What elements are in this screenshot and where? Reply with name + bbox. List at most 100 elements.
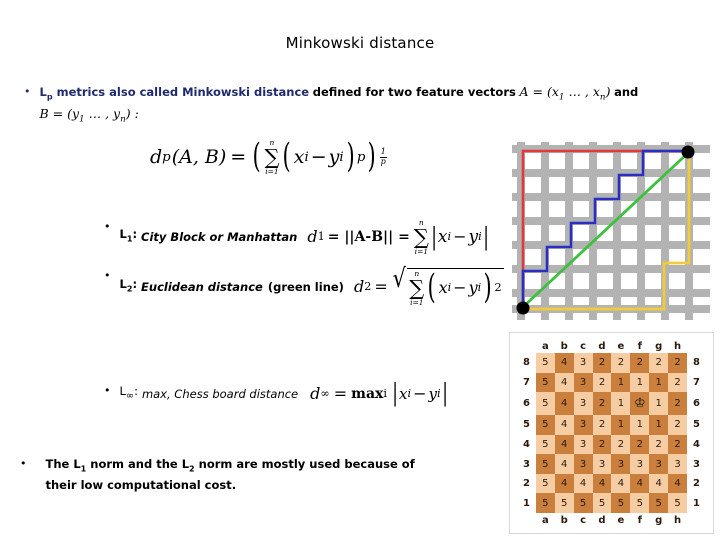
paren-open: ( [252,136,261,177]
chess-square-g5[interactable]: 1 [649,415,669,435]
file-label-d: d [592,513,612,527]
chess-square-f7[interactable]: 1 [630,372,650,393]
rank-label-right-8: 8 [687,353,706,373]
chess-square-e7[interactable]: 1 [611,372,631,393]
chess-square-a3[interactable]: 5 [535,454,555,474]
formula-minkowski: dp (A, B) = ( n ∑ i=1 ( xi − yi ) p ) 1 p [150,136,387,177]
chess-square-g1[interactable]: 5 [649,493,669,513]
file-label-h: h [668,339,688,353]
chess-square-f1[interactable]: 5 [630,493,650,513]
chess-square-b6[interactable]: 4 [554,392,574,416]
rank-label-7: 7 [517,372,536,393]
chess-square-c3[interactable]: 3 [573,454,593,474]
file-label-f: f [630,513,650,527]
chess-square-f8[interactable]: 2 [630,353,650,373]
chess-square-f4[interactable]: 2 [630,434,650,455]
file-label-a: a [535,339,555,353]
chess-square-g2[interactable]: 4 [649,473,669,494]
chess-square-c7[interactable]: 3 [573,372,593,393]
term-x: x [293,146,305,168]
endpoint-end [681,145,695,159]
chess-square-h5[interactable]: 2 [668,415,688,435]
rank-label-8: 8 [517,353,536,373]
chess-square-b2[interactable]: 4 [554,473,574,494]
chessboard-row: 5543211125 [517,415,706,435]
chess-square-g6[interactable]: 1 [649,392,669,416]
chess-square-a1[interactable]: 5 [535,493,555,513]
chess-square-c8[interactable]: 3 [573,353,593,373]
chess-square-d7[interactable]: 2 [592,372,612,393]
chess-square-a6[interactable]: 5 [535,392,555,416]
file-label-a: a [535,513,555,527]
chess-square-a7[interactable]: 5 [535,372,555,393]
chess-square-a5[interactable]: 5 [535,415,555,435]
sigma-operator: n ∑ i=1 [413,218,429,256]
chess-square-h1[interactable]: 5 [668,493,688,513]
chess-square-e2[interactable]: 4 [611,473,631,494]
chess-square-g8[interactable]: 2 [649,353,669,373]
chess-square-d2[interactable]: 4 [592,473,612,494]
chess-square-b5[interactable]: 4 [554,415,574,435]
chessboard-row: 2544444442 [517,473,706,494]
chess-square-e8[interactable]: 2 [611,353,631,373]
chess-square-b8[interactable]: 4 [554,353,574,373]
chess-square-a2[interactable]: 5 [535,473,555,494]
abs-close: | [482,222,489,251]
chess-square-h3[interactable]: 3 [668,454,688,474]
chess-square-c1[interactable]: 5 [573,493,593,513]
chess-square-g7[interactable]: 1 [649,372,669,393]
sigma-operator: n ∑ i=1 [409,269,425,307]
chess-square-b7[interactable]: 4 [554,372,574,393]
chess-square-e3[interactable]: 3 [611,454,631,474]
chess-square-c5[interactable]: 3 [573,415,593,435]
file-label-e: e [611,339,631,353]
chess-square-e1[interactable]: 5 [611,493,631,513]
bullet-closing-text: The L1 norm and the L2 norm are mostly u… [45,457,415,493]
chess-square-d4[interactable]: 2 [592,434,612,455]
paren-close: ) [367,136,377,177]
chess-square-h7[interactable]: 2 [668,372,688,393]
linf-desc: max, Chess board distance [141,386,299,401]
chess-square-d5[interactable]: 2 [592,415,612,435]
chess-square-h6[interactable]: 2 [668,392,688,416]
chess-square-d8[interactable]: 2 [592,353,612,373]
chess-square-b4[interactable]: 4 [554,434,574,455]
inner-paren-close: ) [346,136,355,177]
chess-square-g3[interactable]: 3 [649,454,669,474]
taxicab-distance-figure [512,142,710,320]
chess-square-b1[interactable]: 5 [554,493,574,513]
chess-square-a8[interactable]: 5 [535,353,555,373]
bullet-l1: • L1: City Block or Manhattan d1 = ||A-B… [104,219,524,255]
chess-square-h8[interactable]: 2 [668,353,688,373]
chess-square-h2[interactable]: 4 [668,473,688,494]
chess-square-d6[interactable]: 2 [592,392,612,416]
chess-square-c2[interactable]: 4 [573,473,593,494]
chess-square-e6[interactable]: 1 [611,392,631,416]
intro-and: and [614,85,639,99]
chess-square-b3[interactable]: 4 [554,454,574,474]
chess-square-f5[interactable]: 1 [630,415,650,435]
chess-square-c4[interactable]: 3 [573,434,593,455]
chess-square-a4[interactable]: 5 [535,434,555,455]
chess-square-f6[interactable]: ♔ [630,392,650,416]
chess-square-g4[interactable]: 2 [649,434,669,455]
chessboard-table: a b c d e f g h 8 5 4 3 2 2 2 2 2 8 7 5 4 3 2 1 1 1 2 7 6 5 4 3 2 1 ♔ 1 2 6 5 5… [517,339,706,527]
bullet-intro-text: Lp metrics also called Minkowski distanc… [40,84,639,127]
lp-label: Lp metrics also called Minkowski distanc… [39,85,310,102]
bullet-marker: • [104,384,111,397]
bullet-linf-text: L∞: max, Chess board distance d ∞ = max i … [120,381,449,405]
chess-square-c6[interactable]: 3 [573,392,593,416]
bullet-closing: • The L1 norm and the L2 norm are mostly… [20,456,490,494]
vector-a: A = (x1 … , xn) [519,84,611,103]
bullet-marker: • [104,269,111,282]
rank-label-right-4: 4 [687,434,706,455]
chess-square-f3[interactable]: 3 [630,454,650,474]
chess-square-e5[interactable]: 1 [611,415,631,435]
file-label-c: c [573,339,593,353]
chess-square-e4[interactable]: 2 [611,434,631,455]
chess-square-d3[interactable]: 3 [592,454,612,474]
chess-square-f2[interactable]: 4 [630,473,650,494]
bullet-l2: • L2: Euclidean distance (green line) d2… [104,266,534,307]
chess-square-d1[interactable]: 5 [592,493,612,513]
chess-square-h4[interactable]: 2 [668,434,688,455]
